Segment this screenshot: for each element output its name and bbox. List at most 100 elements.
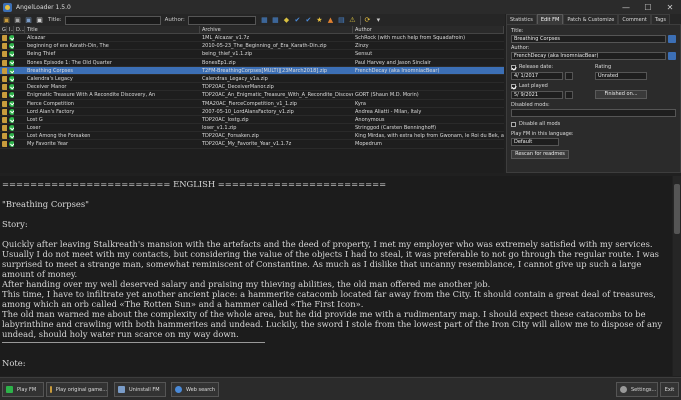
table-row[interactable]: Breathing Corpses T2FM-BreathingCorpses[M… [0,66,504,75]
title-bar: AngelLoader 1.5.0 — ☐ ✕ [0,0,681,14]
table-row[interactable]: Alcazar 1ML_Alcazar_v1.7z SchRock (with mu… [0,34,504,43]
fm-list-table[interactable]: G... I... D... Title Archive Author Alca… [0,26,504,173]
title-cell: Lost Among the Forsaken [27,133,91,140]
play-original-label: Play original game... [55,386,107,393]
search-icon[interactable] [668,35,676,43]
game-filter-thief3-icon[interactable]: ▣ [24,16,33,25]
game-filter-thief1-icon[interactable]: ▣ [2,16,11,25]
language-select[interactable]: Default [511,138,559,146]
table-row[interactable]: Lord Alan's Factory 2007-05-10_LordAlansF… [0,108,504,116]
archive-cell: 2007-05-10_LordAlansFactory_v1.zip [202,108,294,115]
table-body: Alcazar 1ML_Alcazar_v1.7z SchRock (with mu… [0,34,504,149]
chevron-down-icon[interactable]: ▾ [374,16,383,25]
author-cell: Paul Harvey and Jason Sinclair [355,59,431,66]
readme-scrollbar[interactable] [673,176,681,376]
author-search-icon[interactable] [668,52,676,60]
calendar-icon[interactable] [565,72,573,80]
filter-author-input[interactable] [187,15,256,25]
play-fm-button[interactable]: Play FM [2,382,44,397]
installed-cell [7,34,14,41]
settings-button[interactable]: Settings... [616,382,658,397]
column-header-archive[interactable]: Archive [200,26,353,33]
game-cell [0,59,7,66]
game-filter-ss2-icon[interactable]: ▣ [35,16,44,25]
release-date-checkbox[interactable] [511,65,516,70]
archive-cell: Calendras_Legacy_v1a.zip [202,75,268,82]
table-row[interactable]: Being Thief being_thief_v1.1.zip Sensut [0,50,504,59]
table-row[interactable]: Deceiver Manor TDP20AC_DeceiverManor.zip [0,83,504,92]
rating-select[interactable]: Unrated [595,72,647,80]
finished-on-button[interactable]: Finished on... [595,90,647,99]
author-cell [353,83,504,90]
release-date-label: Release date: [519,64,554,70]
uninstall-fm-button[interactable]: Uninstall FM [114,382,166,397]
column-header-difficulty[interactable]: D... [14,26,25,33]
tab-tags[interactable]: Tags [650,14,670,24]
play-original-game-button[interactable]: Play original game... [46,382,108,397]
filter-title-input[interactable] [64,15,161,25]
game-filter-thief2-icon[interactable]: ▣ [13,16,22,25]
table-row[interactable]: Fierce Competition TMA20AC_FierceCompetit… [0,100,504,108]
column-header-installed[interactable]: I... [7,26,14,33]
scrollbar-thumb[interactable] [674,184,680,234]
filter-show-unavailable-icon[interactable]: ⚠ [348,16,357,25]
table-row[interactable]: Enigmatic Treasure With A Recondite Disc… [0,91,504,100]
filter-by-last-played-icon[interactable]: ▦ [271,16,280,25]
disable-all-mods-checkbox[interactable] [511,122,516,127]
rating-label: Rating [595,64,612,70]
installed-check-icon [9,67,14,74]
last-played-picker[interactable]: 5/ 9/2021 [511,91,563,99]
release-date-picker[interactable]: 4/ 1/2017 [511,72,563,80]
last-played-checkbox[interactable] [511,84,516,89]
filter-by-rating-icon[interactable]: ★ [315,16,324,25]
installed-check-icon [9,141,14,148]
table-row[interactable]: My Favorite Year TDP20AC_My_Favorite_Year… [0,140,504,149]
exit-button[interactable]: Exit [660,382,679,397]
settings-label: Settings... [631,386,657,393]
difficulty-cell [14,124,25,131]
filter-show-unsupported-icon[interactable]: ▲ [326,16,335,25]
archive-cell: being_thief_v1.1.zip [202,51,253,58]
title-cell: Deceiver Manor [27,84,67,91]
minimize-button[interactable]: — [615,0,637,14]
installed-check-icon [9,108,14,115]
tab-comment[interactable]: Comment [618,14,651,24]
column-header-game[interactable]: G... [0,26,7,33]
table-row[interactable]: Bones Episode 1: The Old Quarter BonesEp1… [0,59,504,67]
title-cell: Lord Alan's Factory [27,108,75,115]
game-cell [0,132,7,140]
readme-blank-line [2,189,670,199]
close-button[interactable]: ✕ [659,0,681,14]
edit-author-input[interactable]: FrenchDecay (aka IrsomniacBear) [511,52,666,60]
web-search-button[interactable]: Web search [171,382,219,397]
maximize-button[interactable]: ☐ [637,0,659,14]
filter-author-label: Author: [164,17,185,23]
disabled-mods-input[interactable] [511,109,676,117]
tab-edit-fm[interactable]: Edit FM [536,14,564,24]
archive-cell: BonesEp1.zip [202,59,236,66]
difficulty-cell [14,116,25,123]
filter-by-release-date-icon[interactable]: ▦ [260,16,269,25]
table-row[interactable]: Lost Among the Forsaken TDP20AC_Forsaken.… [0,132,504,141]
game-cell [0,42,7,50]
filter-by-unfinished-icon[interactable]: ✔ [304,16,313,25]
column-header-author[interactable]: Author [353,26,504,33]
author-cell: Anonymous [355,116,385,123]
refresh-icon[interactable]: ⟳ [363,16,372,25]
column-header-title[interactable]: Title [25,26,200,33]
table-row[interactable]: Loser loser_v1.1.zip Stringgod (Carsten Be… [0,124,504,133]
readme-viewer[interactable]: ======================== ENGLISH =======… [0,176,672,376]
archive-cell: 1ML_Alcazar_v1.7z [202,35,250,41]
title-cell: Bones Episode 1: The Old Quarter [27,59,112,66]
tab-statistics[interactable]: Statistics [506,14,537,24]
filter-by-tags-icon[interactable]: ◆ [282,16,291,25]
last-played-calendar-icon[interactable] [565,91,573,99]
table-row[interactable]: Calendra's Legacy Calendras_Legacy_v1a.zi… [0,75,504,84]
filter-by-finished-icon[interactable]: ✔ [293,16,302,25]
table-row[interactable]: beginning of era Karath-Din, The 2010-05-… [0,42,504,51]
filter-show-recent-icon[interactable]: ▤ [337,16,346,25]
tab-patch-customize[interactable]: Patch & Customize [563,14,619,24]
edit-title-input[interactable]: Breathing Corpses [511,35,666,43]
rescan-readmes-button[interactable]: Rescan for readmes [511,150,569,159]
table-row[interactable]: Lost G TDP20AC_lostg.zip Anonymous [0,116,504,125]
